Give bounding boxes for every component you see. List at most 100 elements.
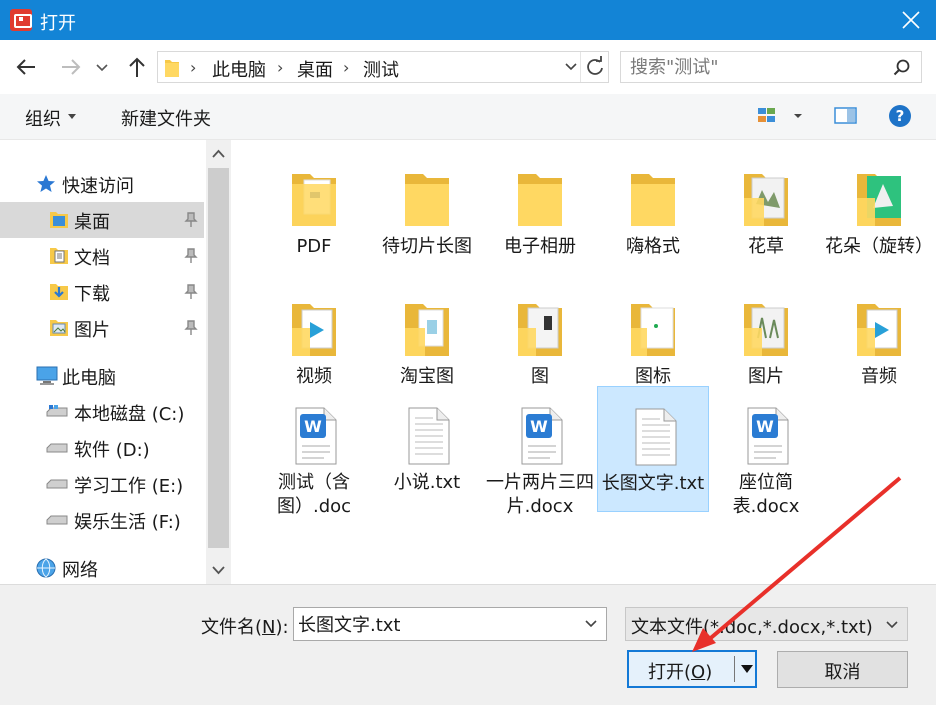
file-item-folder[interactable]: 花草 (710, 150, 822, 276)
file-name: 一片两片三四片.docx (486, 472, 594, 517)
open-button[interactable]: 打开(O) (627, 650, 757, 688)
cancel-button[interactable]: 取消 (777, 651, 908, 688)
help-icon[interactable]: ? (888, 104, 912, 128)
system-drive-icon (46, 405, 68, 417)
scroll-down-button[interactable] (206, 556, 231, 584)
search-box[interactable] (620, 51, 922, 83)
file-item-folder[interactable]: 嗨格式 (597, 150, 709, 276)
nav-drive-d[interactable]: 软件 (D:) (0, 430, 204, 466)
file-item-txt[interactable]: 小说.txt (371, 386, 483, 512)
nav-this-pc[interactable]: 此电脑 (0, 358, 204, 394)
back-button[interactable] (13, 54, 39, 80)
file-item-pdf[interactable]: PDF (258, 150, 370, 276)
title-bar: 打开 (0, 0, 936, 40)
recent-locations-button[interactable] (95, 54, 113, 80)
file-name: 座位简表.docx (732, 472, 800, 517)
new-folder-button[interactable]: 新建文件夹 (121, 105, 211, 131)
folder-icon (631, 174, 675, 226)
nav-label: 软件 (D:) (74, 440, 150, 461)
caret-down-icon (68, 114, 76, 119)
nav-drive-f[interactable]: 娱乐生活 (F:) (0, 502, 204, 538)
nav-drive-c[interactable]: 本地磁盘 (C:) (0, 394, 204, 430)
address-bar[interactable]: › 此电脑 › 桌面 › 测试 (157, 51, 609, 83)
pin-icon[interactable] (184, 320, 198, 336)
refresh-button[interactable] (580, 52, 608, 82)
nav-scrollbar[interactable] (206, 140, 231, 584)
file-type-value: 文本文件(*.doc,*.docx,*.txt) (631, 617, 873, 638)
file-name: 嗨格式 (626, 236, 680, 257)
nav-item-pictures[interactable]: 图片 (0, 310, 204, 346)
dialog-footer: 文件名(N): 文本文件(*.doc,*.docx,*.txt) 打开(O) 取… (0, 584, 936, 705)
filename-combobox[interactable] (293, 607, 607, 641)
caret-down-icon[interactable] (740, 665, 754, 674)
file-name: 待切片长图 (382, 236, 472, 257)
view-options-icon[interactable] (757, 106, 805, 126)
nav-item-downloads[interactable]: 下载 (0, 274, 204, 310)
drive-icon (46, 443, 68, 453)
breadcrumb-this-pc[interactable]: 此电脑 (212, 56, 266, 82)
file-list: PDF 待切片长图 电子相册 嗨格式 花草 花朵（旋转） 视频 淘宝图 图 图标… (232, 140, 936, 584)
nav-label: 此电脑 (62, 368, 116, 389)
file-item-folder[interactable]: 音频 (823, 280, 935, 406)
folder-icon (631, 304, 675, 356)
chevron-down-icon[interactable] (584, 619, 598, 629)
file-item-doc[interactable]: W 一片两片三四片.docx (484, 386, 596, 517)
breadcrumb-desktop[interactable]: 桌面 (297, 56, 333, 82)
photo-folder-icon (857, 174, 901, 226)
nav-label: 文档 (74, 248, 110, 269)
file-item-folder[interactable]: 待切片长图 (371, 150, 483, 276)
chevron-down-icon[interactable] (564, 60, 578, 74)
filename-input[interactable] (294, 608, 574, 640)
file-name: 测试（含图）.doc (276, 472, 352, 517)
file-item-txt-selected[interactable]: 长图文字.txt (597, 386, 709, 512)
arrow-up-icon (129, 57, 145, 77)
filename-label: 文件名(N): (201, 617, 289, 638)
pictures-icon (50, 320, 68, 336)
nav-item-documents[interactable]: 文档 (0, 238, 204, 274)
nav-item-desktop[interactable]: 桌面 (0, 202, 204, 238)
search-input[interactable] (621, 52, 881, 82)
search-icon[interactable] (893, 59, 911, 77)
file-name: PDF (296, 236, 332, 257)
drive-icon (46, 479, 68, 489)
breadcrumb-test[interactable]: 测试 (363, 56, 399, 82)
organize-menu[interactable]: 组织 (25, 105, 61, 131)
svg-text:W: W (756, 417, 774, 436)
chevron-right-icon: › (277, 58, 284, 77)
text-file-icon (635, 408, 677, 466)
scroll-up-button[interactable] (206, 140, 231, 168)
photo-folder-icon (744, 304, 788, 356)
nav-drive-e[interactable]: 学习工作 (E:) (0, 466, 204, 502)
file-item-doc[interactable]: W 测试（含图）.doc (258, 386, 370, 517)
preview-pane-icon[interactable] (834, 106, 858, 126)
file-item-doc[interactable]: W 座位简表.docx (710, 386, 822, 517)
forward-button[interactable] (58, 54, 84, 80)
pin-icon[interactable] (184, 248, 198, 264)
file-item-folder[interactable]: 花朵（旋转） (823, 150, 935, 276)
close-button[interactable] (886, 0, 936, 40)
pin-icon[interactable] (184, 284, 198, 300)
photo-folder-icon (744, 174, 788, 226)
file-item-folder[interactable]: 电子相册 (484, 150, 596, 276)
chevron-down-icon (886, 621, 898, 629)
chevron-right-icon: › (190, 58, 197, 77)
media-folder-icon (292, 304, 336, 356)
nav-label: 网络 (62, 560, 98, 581)
word-document-icon: W (521, 407, 563, 465)
folder-icon (165, 60, 179, 77)
app-icon (10, 9, 32, 31)
file-name: 花朵（旋转） (825, 236, 933, 257)
word-document-icon: W (747, 407, 789, 465)
pin-icon[interactable] (184, 212, 198, 228)
chevron-up-icon (212, 149, 225, 158)
downloads-icon (50, 284, 68, 300)
nav-quick-access[interactable]: 快速访问 (0, 166, 204, 202)
media-folder-icon (857, 304, 901, 356)
scroll-thumb[interactable] (208, 168, 229, 548)
file-type-select[interactable]: 文本文件(*.doc,*.docx,*.txt) (625, 607, 908, 641)
up-button[interactable] (124, 54, 150, 80)
file-name: 花草 (748, 236, 784, 257)
open-button-label: 打开(O) (648, 662, 713, 683)
star-icon (37, 175, 55, 192)
nav-network[interactable]: 网络 (0, 550, 204, 586)
